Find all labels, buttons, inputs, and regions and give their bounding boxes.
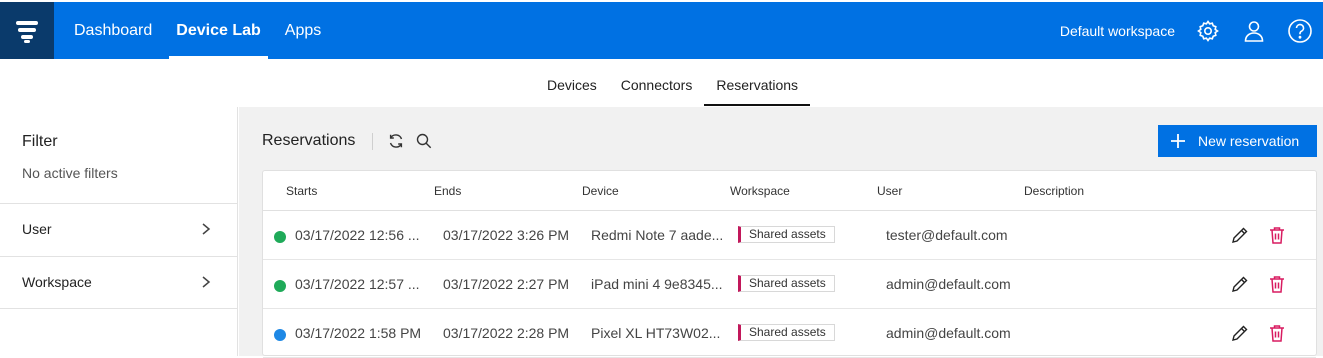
filter-workspace[interactable]: Workspace <box>0 256 238 309</box>
title-divider <box>372 133 373 150</box>
subtab-bar: Devices Connectors Reservations <box>0 59 1323 107</box>
workspace-badge: Shared assets <box>738 324 835 341</box>
delete-icon[interactable] <box>1267 225 1287 245</box>
column-ends[interactable]: Ends <box>434 184 461 198</box>
cell-device: Redmi Note 7 aade... <box>591 227 724 243</box>
column-workspace[interactable]: Workspace <box>730 184 790 198</box>
refresh-icon[interactable] <box>387 132 405 150</box>
new-reservation-button[interactable]: New reservation <box>1158 125 1317 157</box>
page-title: Reservations <box>262 132 356 149</box>
status-indicator <box>274 231 286 243</box>
cell-device: iPad mini 4 9e8345... <box>591 276 723 292</box>
table-row[interactable]: 03/17/2022 12:56 ... 03/17/2022 3:26 PM … <box>263 211 1316 260</box>
delete-icon[interactable] <box>1267 274 1287 294</box>
tab-connectors[interactable]: Connectors <box>609 59 705 107</box>
column-user[interactable]: User <box>877 184 902 198</box>
edit-icon[interactable] <box>1230 225 1250 245</box>
column-device[interactable]: Device <box>582 184 619 198</box>
edit-icon[interactable] <box>1230 274 1250 294</box>
table-header: Starts Ends Device Workspace User Descri… <box>263 171 1316 211</box>
filter-title: Filter <box>22 133 58 150</box>
cell-ends: 03/17/2022 3:26 PM <box>443 227 570 243</box>
cell-user: admin@default.com <box>886 325 1011 341</box>
filter-workspace-label: Workspace <box>22 274 92 290</box>
main-content: Reservations New reservation Starts Ends… <box>239 107 1323 358</box>
workspace-badge: Shared assets <box>738 275 835 292</box>
logo-icon[interactable] <box>0 2 54 59</box>
main-nav: Dashboard Device Lab Apps <box>62 2 333 59</box>
tab-devices[interactable]: Devices <box>535 59 609 107</box>
column-description[interactable]: Description <box>1024 184 1084 198</box>
status-indicator <box>274 329 286 341</box>
top-navbar: Dashboard Device Lab Apps Default worksp… <box>0 2 1323 59</box>
gear-icon[interactable] <box>1195 18 1221 44</box>
cell-starts: 03/17/2022 12:57 ... <box>295 276 420 292</box>
tab-reservations[interactable]: Reservations <box>704 59 810 107</box>
user-icon[interactable] <box>1241 18 1267 44</box>
filter-sidebar: Filter No active filters User Workspace <box>0 107 238 356</box>
nav-dashboard[interactable]: Dashboard <box>62 2 164 59</box>
nav-device-lab[interactable]: Device Lab <box>164 2 272 59</box>
filter-user[interactable]: User <box>0 203 238 256</box>
table-row[interactable]: 03/17/2022 1:58 PM 03/17/2022 2:28 PM Pi… <box>263 309 1316 358</box>
table-row[interactable]: 03/17/2022 12:57 ... 03/17/2022 2:27 PM … <box>263 260 1316 309</box>
filter-user-label: User <box>22 221 52 237</box>
topbar-actions: Default workspace <box>1060 2 1323 59</box>
edit-icon[interactable] <box>1230 323 1250 343</box>
workspace-badge: Shared assets <box>738 226 835 243</box>
reservations-table: Starts Ends Device Workspace User Descri… <box>262 170 1317 358</box>
column-starts[interactable]: Starts <box>286 184 317 198</box>
nav-apps[interactable]: Apps <box>273 2 333 59</box>
delete-icon[interactable] <box>1267 323 1287 343</box>
new-reservation-label: New reservation <box>1198 133 1300 149</box>
chevron-right-icon <box>202 223 211 235</box>
chevron-right-icon <box>202 276 211 288</box>
status-indicator <box>274 280 286 292</box>
cell-starts: 03/17/2022 1:58 PM <box>295 325 422 341</box>
cell-starts: 03/17/2022 12:56 ... <box>295 227 420 243</box>
plus-icon <box>1171 134 1185 148</box>
cell-ends: 03/17/2022 2:28 PM <box>443 325 570 341</box>
filter-status: No active filters <box>22 165 118 181</box>
cell-ends: 03/17/2022 2:27 PM <box>443 276 570 292</box>
cell-user: tester@default.com <box>886 227 1008 243</box>
workspace-selector[interactable]: Default workspace <box>1060 23 1175 39</box>
cell-user: admin@default.com <box>886 276 1011 292</box>
cell-device: Pixel XL HT73W02... <box>591 325 721 341</box>
search-icon[interactable] <box>415 132 433 150</box>
help-icon[interactable] <box>1287 18 1313 44</box>
